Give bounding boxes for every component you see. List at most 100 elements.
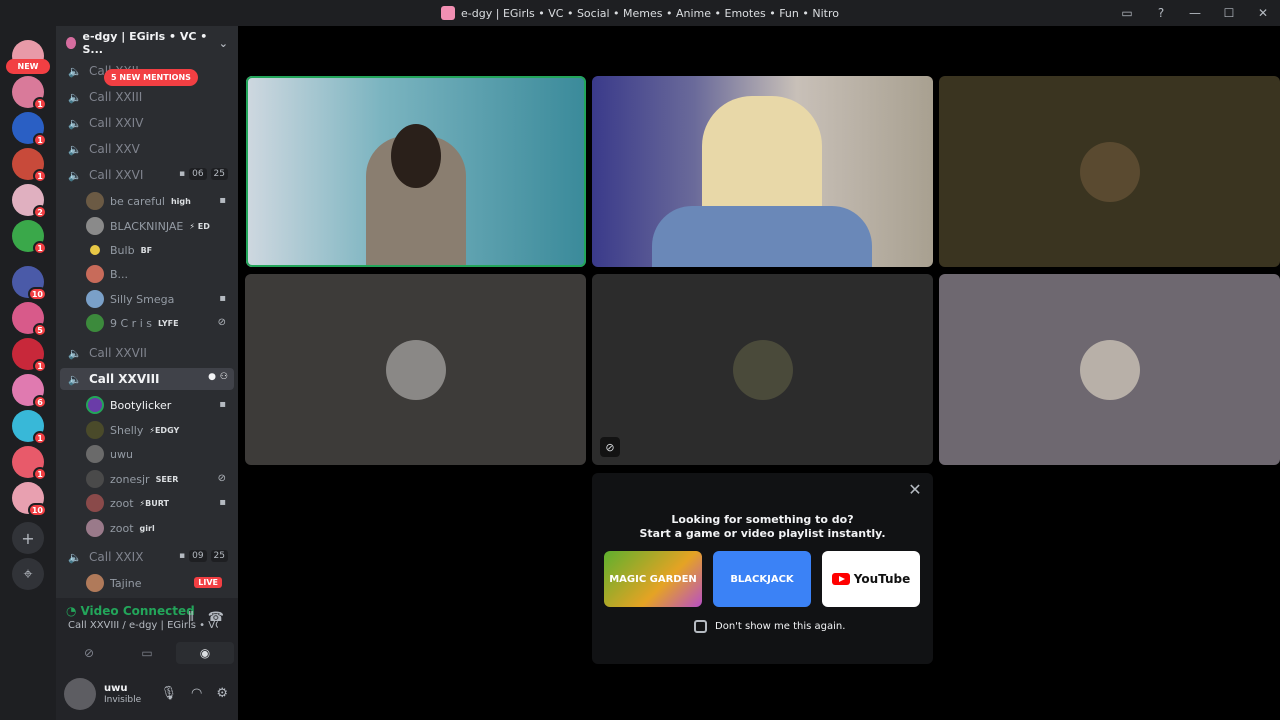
new-pill[interactable]: NEW — [6, 59, 50, 74]
activity-youtube[interactable]: YouTube — [822, 551, 920, 607]
avatar — [86, 445, 104, 463]
voice-channel-29[interactable]: 🔈 Call XXIX ▪ 09 25 — [60, 546, 234, 568]
activity-blackjack[interactable]: BLACKJACK — [713, 551, 811, 607]
channel-name: Call XXVI — [89, 168, 144, 182]
invite-icon[interactable]: ⚇ — [220, 372, 228, 382]
voice-user[interactable]: zoot ⚡BURT ▪ — [86, 492, 234, 514]
activity-button[interactable]: ◉ — [176, 642, 234, 664]
role-tag: BF — [140, 245, 153, 255]
server-icon-2[interactable]: 1 — [12, 76, 47, 111]
unread-badge: 6 — [33, 395, 47, 409]
server-icon-7[interactable]: 10 — [12, 266, 47, 301]
role-tag: ⚡BURT — [139, 498, 170, 508]
chevron-down-icon: ⌄ — [218, 36, 228, 50]
voice-user[interactable]: be careful high ▪ — [86, 190, 234, 212]
dont-show-again[interactable]: Don't show me this again. — [694, 620, 845, 633]
channel-name: Call XXIV — [89, 116, 144, 130]
voice-channel-28[interactable]: 🔈 Call XXVIII ● ⚇ — [60, 368, 234, 390]
help-icon[interactable]: ? — [1144, 0, 1178, 26]
video-tile-6[interactable] — [939, 274, 1280, 465]
video-tile-3[interactable] — [939, 76, 1280, 267]
video-icon: ▪ — [219, 399, 226, 410]
headphones-icon[interactable]: ◠ — [191, 686, 202, 701]
disconnect-icon[interactable]: ☎ — [208, 610, 224, 625]
server-icon-11[interactable]: 1 — [12, 410, 47, 445]
voice-user[interactable]: Shelly ⚡EDGY — [86, 419, 234, 441]
avatar — [86, 265, 104, 283]
server-icon-10[interactable]: 6 — [12, 374, 47, 409]
chat-icon[interactable]: ● — [208, 372, 216, 382]
role-tag: ⚡EDGY — [149, 425, 180, 435]
user-name: zoot — [110, 496, 134, 510]
camera-off-button[interactable]: ⊘ — [60, 642, 118, 664]
server-icon-5[interactable]: 2 — [12, 184, 47, 219]
server-icon-3[interactable]: 1 — [12, 112, 47, 147]
gear-icon[interactable]: ⚙ — [216, 686, 228, 701]
voice-channel-23[interactable]: 🔈 Call XXIII — [60, 86, 234, 108]
voice-channel-24[interactable]: 🔈 Call XXIV — [60, 112, 234, 134]
voice-user[interactable]: Tajine LIVE — [86, 572, 234, 594]
video-tile-1[interactable] — [246, 76, 586, 267]
video-tile-5[interactable]: ⊘ — [592, 274, 933, 465]
voice-user[interactable]: BLACKNINJAE ⚡ ED — [86, 215, 234, 237]
explore-icon[interactable]: ⌖ — [12, 558, 44, 590]
avatar — [86, 421, 104, 439]
avatar — [86, 396, 104, 414]
new-mentions-pill[interactable]: 5 NEW MENTIONS — [104, 69, 198, 86]
user-name: BLACKNINJAE — [110, 219, 184, 233]
minimize-button[interactable]: — — [1178, 0, 1212, 26]
voice-user[interactable]: Silly Smega ▪ — [86, 288, 234, 310]
activity-magic-garden[interactable]: MAGIC GARDEN — [604, 551, 702, 607]
voice-user[interactable]: Bootylicker ▪ — [86, 394, 234, 416]
voice-user[interactable]: Bulb BF — [86, 239, 234, 261]
speaker-icon: 🔈 — [68, 142, 82, 156]
server-icon-4[interactable]: 1 — [12, 148, 47, 183]
noise-suppression-icon[interactable]: ⫴ — [188, 610, 193, 625]
microphone-icon[interactable]: 🎙 — [160, 686, 177, 701]
guild-icon — [66, 37, 77, 49]
voice-user[interactable]: uwu — [86, 443, 234, 465]
activity-label: BLACKJACK — [730, 573, 794, 585]
voice-user[interactable]: 9 C r i s LYFE ⊘ — [86, 312, 234, 334]
guild-header[interactable]: e-dgy | EGirls • VC • S... ⌄ — [56, 26, 238, 60]
speaking-ring — [246, 76, 586, 267]
user-name: 9 C r i s — [110, 316, 152, 330]
add-server-button[interactable]: + — [12, 522, 44, 554]
voice-status[interactable]: ◔ Video Connected — [66, 604, 195, 618]
server-icon-12[interactable]: 1 — [12, 446, 47, 481]
server-icon — [441, 6, 456, 20]
gamepad-icon: ◉ — [199, 646, 211, 660]
voice-channel-25[interactable]: 🔈 Call XXV — [60, 138, 234, 160]
prompt-subtitle: Start a game or video playlist instantly… — [639, 527, 886, 540]
inbox-icon[interactable]: ▭ — [1110, 0, 1144, 26]
window-title-text: e-dgy | EGirls • VC • Social • Memes • A… — [461, 6, 839, 20]
voice-user[interactable]: B... — [86, 263, 234, 285]
voice-channel-26[interactable]: 🔈 Call XXVI ▪ 06 25 — [60, 164, 234, 186]
user-count: 06 — [189, 168, 207, 180]
server-icon-13[interactable]: 10 — [12, 482, 47, 517]
voice-user[interactable]: zonesjr SEER ⊘ — [86, 468, 234, 490]
close-button[interactable]: ✕ — [1246, 0, 1280, 26]
role-tag: SEER — [155, 474, 179, 484]
user-name: uwu — [110, 447, 133, 461]
speaker-icon: 🔈 — [68, 346, 82, 360]
speaker-icon: 🔈 — [68, 64, 82, 78]
checkbox[interactable] — [694, 620, 707, 633]
server-icon-6[interactable]: 1 — [12, 220, 47, 255]
voice-user[interactable]: zoot girl — [86, 517, 234, 539]
avatar — [385, 339, 446, 400]
avatar[interactable] — [64, 678, 96, 710]
avatar — [86, 494, 104, 512]
screen-share-button[interactable]: ▭ — [118, 642, 176, 664]
user-count: 09 — [189, 550, 207, 562]
maximize-button[interactable]: ☐ — [1212, 0, 1246, 26]
video-tile-4[interactable] — [245, 274, 586, 465]
server-icon-8[interactable]: 5 — [12, 302, 47, 337]
voice-channel-27[interactable]: 🔈 Call XXVII — [60, 342, 234, 364]
server-icon-9[interactable]: 1 — [12, 338, 47, 373]
user-name: Bulb — [110, 243, 135, 257]
channel-sidebar: e-dgy | EGirls • VC • S... ⌄ 🔈Call XXII … — [56, 26, 238, 720]
close-icon[interactable]: ✕ — [905, 479, 925, 499]
video-tile-2[interactable] — [592, 76, 933, 267]
avatar — [86, 519, 104, 537]
